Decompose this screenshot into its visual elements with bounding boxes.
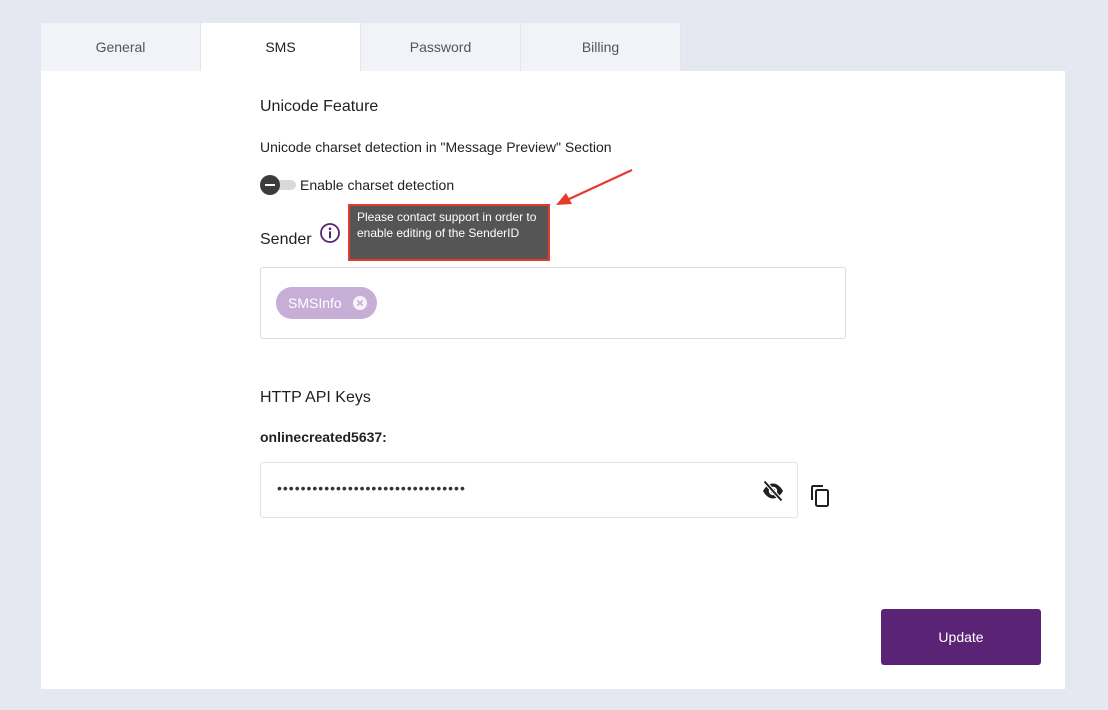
sender-tooltip: Please contact support in order to enabl… [348,204,550,261]
eye-off-icon[interactable] [761,479,785,503]
api-key-name: onlinecreated5637: [260,429,387,445]
sender-id-field[interactable]: SMSInfo [260,267,846,339]
close-icon[interactable] [352,295,368,311]
tab-billing[interactable]: Billing [521,23,681,71]
copy-icon[interactable] [808,484,832,508]
sender-chip: SMSInfo [276,287,377,319]
sender-chip-label: SMSInfo [288,295,342,311]
api-key-field[interactable]: •••••••••••••••••••••••••••••••• [260,462,798,518]
sender-title: Sender [260,231,312,248]
api-key-value: •••••••••••••••••••••••••••••••• [277,480,466,496]
tab-sms[interactable]: SMS [201,23,361,71]
charset-detection-label: Enable charset detection [300,177,455,193]
update-button[interactable]: Update [881,609,1041,665]
settings-tabs: General SMS Password Billing [41,23,681,71]
sms-settings-panel: Unicode Feature Unicode charset detectio… [41,71,1065,689]
info-circle-icon[interactable] [319,222,341,244]
tab-password[interactable]: Password [361,23,521,71]
tab-general[interactable]: General [41,23,201,71]
unicode-feature-title: Unicode Feature [260,98,379,115]
charset-detection-toggle[interactable] [260,175,296,195]
unicode-description: Unicode charset detection in "Message Pr… [260,139,612,155]
http-api-keys-title: HTTP API Keys [260,389,371,406]
toggle-knob [260,175,280,195]
annotation-arrow [556,169,633,205]
